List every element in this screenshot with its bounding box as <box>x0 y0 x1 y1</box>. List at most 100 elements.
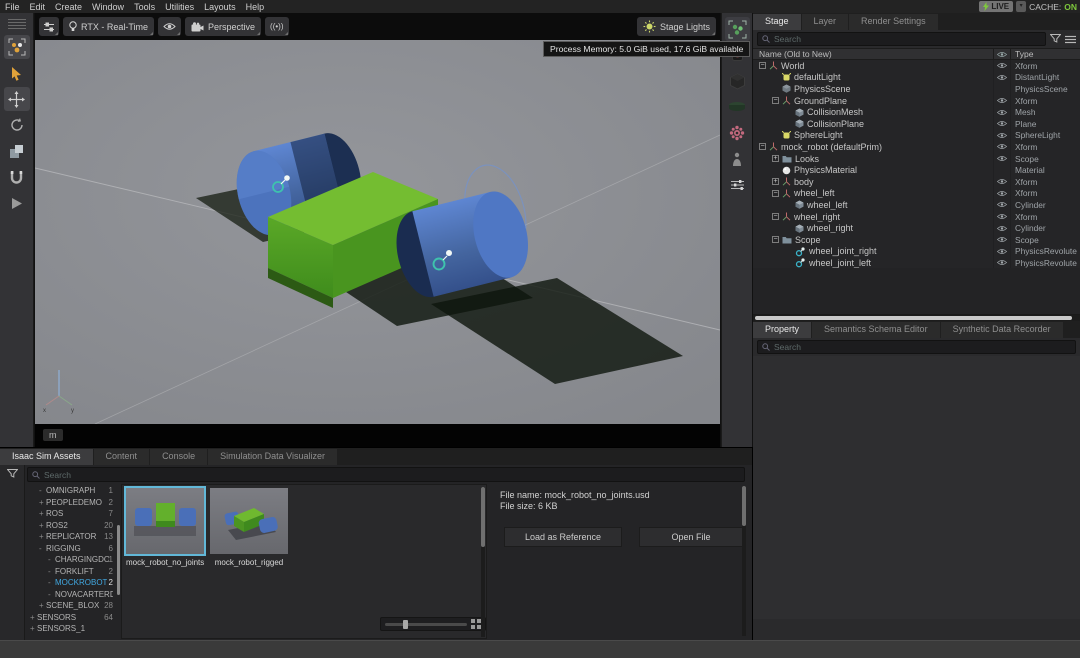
assets-tab[interactable]: Isaac Sim Assets <box>0 449 93 465</box>
stage-row[interactable]: − Scope Scope <box>753 234 1080 246</box>
stage-columns-header[interactable]: Name (Old to New) Type <box>753 48 1080 60</box>
unit-label[interactable]: m <box>43 429 63 441</box>
plane-tool-button[interactable] <box>725 95 750 119</box>
rotate-tool-button[interactable] <box>4 113 30 137</box>
thumbnail-size-slider[interactable] <box>380 617 486 631</box>
stage-row[interactable]: + body Xform <box>753 176 1080 188</box>
stage-row[interactable]: SphereLight SphereLight <box>753 130 1080 142</box>
visibility-toggle[interactable] <box>993 141 1010 153</box>
stage-lights-button[interactable]: Stage Lights <box>637 17 716 36</box>
details-scrollbar[interactable] <box>742 486 746 636</box>
menu-item[interactable]: Utilities <box>160 2 199 12</box>
grip-icon[interactable] <box>8 17 26 31</box>
assets-tree-item[interactable]: +SCENE_BLOX28 <box>27 600 115 612</box>
assets-tree-item[interactable]: +ROS220 <box>27 520 115 532</box>
scale-tool-button[interactable] <box>4 139 30 163</box>
assets-tree-item[interactable]: +SENSORS64 <box>27 612 115 624</box>
visibility-toggle[interactable] <box>993 257 1010 268</box>
menu-item[interactable]: Help <box>241 2 270 12</box>
visibility-toggle[interactable] <box>993 153 1010 165</box>
assets-tree-scrollbar[interactable] <box>117 525 120 595</box>
filter-funnel-icon[interactable] <box>1050 34 1061 44</box>
asset-thumbnail-image[interactable] <box>126 488 204 554</box>
stage-row[interactable]: wheel_left Cylinder <box>753 199 1080 211</box>
session-button[interactable] <box>725 17 750 41</box>
menu-item[interactable]: Tools <box>129 2 160 12</box>
sliders-tool-button[interactable] <box>725 173 750 197</box>
visibility-toggle[interactable] <box>993 118 1010 130</box>
menu-item[interactable]: Create <box>50 2 87 12</box>
visibility-toggle[interactable] <box>993 130 1010 142</box>
menu-item[interactable]: Window <box>87 2 129 12</box>
visibility-toggle[interactable] <box>993 95 1010 107</box>
assets-tree-item[interactable]: -OMNIGRAPH1 <box>27 485 115 497</box>
assets-tree-item[interactable]: -FORKLIFT2 <box>27 566 115 578</box>
move-tool-button[interactable] <box>4 87 30 111</box>
assets-tab[interactable]: Content <box>94 449 150 465</box>
stage-tab[interactable]: Layer <box>802 14 849 30</box>
stage-row[interactable]: wheel_right Cylinder <box>753 222 1080 234</box>
stage-row[interactable]: wheel_joint_left PhysicsRevolute <box>753 257 1080 268</box>
menu-item[interactable]: Layouts <box>199 2 241 12</box>
live-button[interactable]: LIVE <box>979 1 1013 12</box>
physics-gear-button[interactable] <box>725 121 750 145</box>
stage-tab[interactable]: Stage <box>753 14 801 30</box>
open-file-button[interactable]: Open File <box>639 527 743 547</box>
assets-tree-item[interactable]: -MOCKROBOT2 <box>27 577 115 589</box>
property-tab[interactable]: Synthetic Data Recorder <box>941 322 1063 338</box>
assets-tab[interactable]: Simulation Data Visualizer <box>208 449 337 465</box>
visibility-toggle[interactable] <box>993 164 1010 176</box>
property-search-input[interactable]: Search <box>757 340 1076 354</box>
assets-tab[interactable]: Console <box>150 449 207 465</box>
visibility-toggle[interactable] <box>993 176 1010 188</box>
grid-view-icon[interactable] <box>471 619 481 629</box>
property-tab[interactable]: Semantics Schema Editor <box>812 322 940 338</box>
viewport[interactable]: RTX - Real-Time Perspective ((•)) Stage … <box>35 13 720 447</box>
visibility-toggle[interactable] <box>993 234 1010 246</box>
assets-grid-scrollbar[interactable] <box>481 487 485 637</box>
options-menu-icon[interactable] <box>1065 35 1076 44</box>
stage-row[interactable]: − GroundPlane Xform <box>753 95 1080 107</box>
stage-search-input[interactable]: Search <box>757 32 1046 46</box>
stage-row[interactable]: PhysicsMaterial Material <box>753 164 1080 176</box>
slider-knob[interactable] <box>403 620 408 629</box>
visibility-toggle[interactable] <box>993 60 1010 72</box>
scene-3d[interactable]: x y <box>35 40 720 424</box>
visibility-button[interactable] <box>158 17 181 36</box>
assets-tree-item[interactable]: +REPLICATOR13 <box>27 531 115 543</box>
assets-tree-item[interactable]: -CHARGINGDOCK1 <box>27 554 115 566</box>
snap-tool-button[interactable] <box>4 165 30 189</box>
asset-thumbnail-image[interactable] <box>210 488 288 554</box>
select-tool-button[interactable] <box>4 35 30 59</box>
filter-funnel-icon[interactable] <box>7 469 18 479</box>
visibility-toggle[interactable] <box>993 106 1010 118</box>
cursor-tool-button[interactable] <box>4 61 30 85</box>
visibility-toggle[interactable] <box>993 199 1010 211</box>
camera-selector[interactable]: Perspective <box>185 17 261 36</box>
play-button[interactable] <box>4 191 30 215</box>
stage-row[interactable]: PhysicsScene PhysicsScene <box>753 83 1080 95</box>
stage-row[interactable]: wheel_joint_right PhysicsRevolute <box>753 246 1080 258</box>
assets-tree-item[interactable]: +ROS7 <box>27 508 115 520</box>
visibility-toggle[interactable] <box>993 211 1010 223</box>
stage-row[interactable]: CollisionPlane Plane <box>753 118 1080 130</box>
viewport-settings-button[interactable] <box>39 17 59 36</box>
assets-tree-item[interactable]: +PEOPLEDEMO2 <box>27 497 115 509</box>
stage-row[interactable]: − World Xform <box>753 60 1080 72</box>
property-tab[interactable]: Property <box>753 322 811 338</box>
cube-tool-button[interactable] <box>725 69 750 93</box>
assets-tree-item[interactable]: +SENSORS_1 <box>27 623 115 635</box>
load-as-reference-button[interactable]: Load as Reference <box>504 527 622 547</box>
renderer-selector[interactable]: RTX - Real-Time <box>63 17 154 36</box>
stage-row[interactable]: − wheel_right Xform <box>753 211 1080 223</box>
live-dropdown-button[interactable]: ▾ <box>1016 1 1026 12</box>
stage-row[interactable]: − mock_robot (defaultPrim) Xform <box>753 141 1080 153</box>
menu-item[interactable]: File <box>0 2 25 12</box>
asset-thumbnail[interactable]: mock_robot_no_joints <box>126 488 204 567</box>
visibility-toggle[interactable] <box>993 246 1010 258</box>
menu-item[interactable]: Edit <box>25 2 51 12</box>
audio-button[interactable]: ((•)) <box>265 17 288 36</box>
assets-tree-item[interactable]: -NOVACARTERDEVK <box>27 589 115 601</box>
stage-row[interactable]: − wheel_left Xform <box>753 188 1080 200</box>
stage-tab[interactable]: Render Settings <box>849 14 938 30</box>
